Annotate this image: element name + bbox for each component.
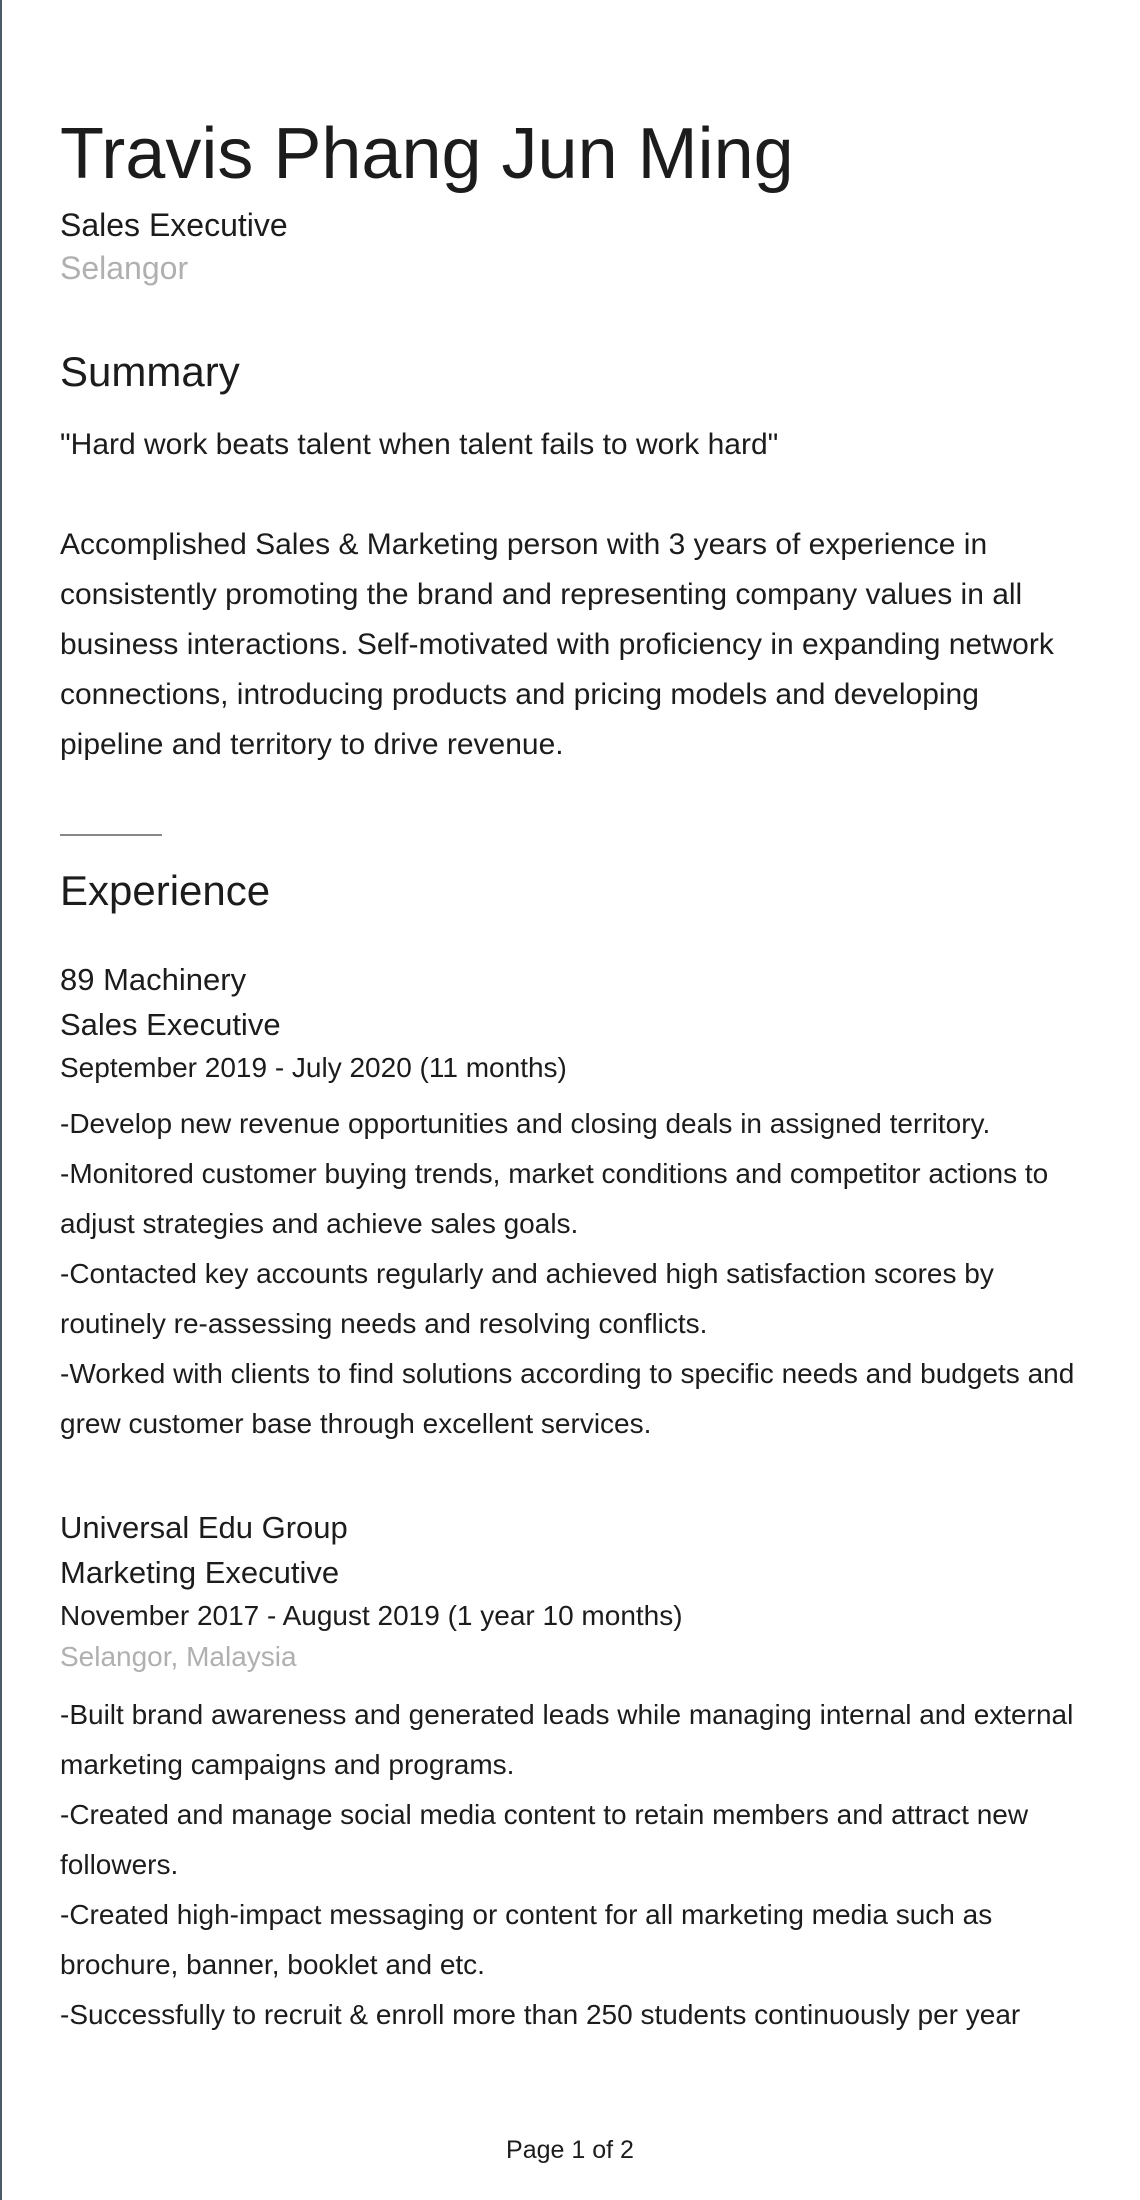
job-role: Marketing Executive — [60, 1555, 340, 1590]
job-bullet: -Develop new revenue opportunities and c… — [60, 1108, 991, 1139]
job-description: -Develop new revenue opportunities and c… — [60, 1099, 1090, 1449]
job-dates: November 2017 - August 2019 (1 year 10 m… — [60, 1600, 683, 1631]
page-left-border — [0, 0, 2, 2200]
candidate-location: Selangor — [60, 250, 189, 286]
job-bullet: -Successfully to recruit & enroll more t… — [60, 1999, 1021, 2030]
job-bullet: -Contacted key accounts regularly and ac… — [60, 1258, 994, 1339]
page-number: Page 1 of 2 — [506, 2136, 634, 2164]
job-bullet: -Worked with clients to find solutions a… — [60, 1358, 1075, 1439]
job-dates: September 2019 - July 2020 (11 months) — [60, 1052, 567, 1083]
candidate-headline: Sales Executive — [60, 207, 288, 243]
job-location: Selangor, Malaysia — [60, 1641, 297, 1672]
job-company: Universal Edu Group — [60, 1510, 348, 1545]
job-bullet: -Monitored customer buying trends, marke… — [60, 1158, 1049, 1239]
job-bullet: -Built brand awareness and generated lea… — [60, 1699, 1074, 1780]
job-role: Sales Executive — [60, 1007, 281, 1042]
job-description: -Built brand awareness and generated lea… — [60, 1690, 1090, 2040]
summary-heading: Summary — [60, 348, 240, 395]
job-bullet: -Created and manage social media content… — [60, 1799, 1029, 1880]
job-bullet: -Created high-impact messaging or conten… — [60, 1899, 993, 1980]
summary-quote: "Hard work beats talent when talent fail… — [60, 428, 779, 461]
section-divider — [60, 834, 162, 836]
summary-text: Accomplished Sales & Marketing person wi… — [60, 528, 1054, 761]
experience-heading: Experience — [60, 867, 271, 914]
job-company: 89 Machinery — [60, 962, 247, 997]
candidate-name: Travis Phang Jun Ming — [60, 114, 794, 194]
